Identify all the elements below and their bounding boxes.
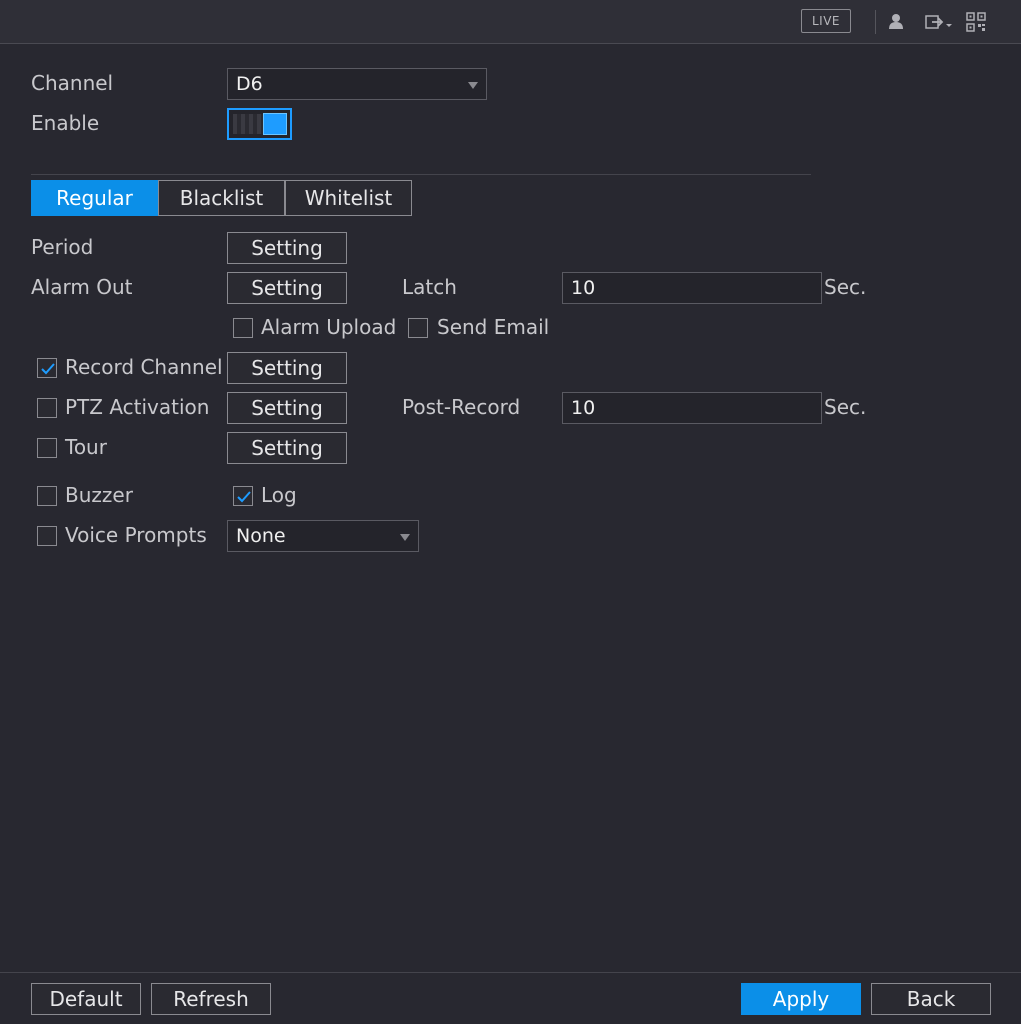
alarm-upload-checkbox[interactable] xyxy=(233,318,253,338)
checkmark-icon xyxy=(41,363,55,375)
logout-icon[interactable] xyxy=(924,12,956,32)
channel-select-value: D6 xyxy=(236,73,263,95)
log-checkbox[interactable] xyxy=(233,486,253,506)
chevron-down-icon xyxy=(468,82,478,89)
footer-divider xyxy=(0,972,1021,973)
buzzer-checkbox[interactable] xyxy=(37,486,57,506)
voice-prompts-label: Voice Prompts xyxy=(65,523,207,547)
ptz-activation-label: PTZ Activation xyxy=(65,395,210,419)
tour-setting-button[interactable]: Setting xyxy=(227,432,347,464)
checkmark-icon xyxy=(237,491,251,503)
buzzer-label: Buzzer xyxy=(65,483,133,507)
latch-label: Latch xyxy=(402,275,457,299)
alarm-upload-label: Alarm Upload xyxy=(261,315,397,339)
channel-select[interactable]: D6 xyxy=(227,68,487,100)
refresh-button[interactable]: Refresh xyxy=(151,983,271,1015)
period-setting-button[interactable]: Setting xyxy=(227,232,347,264)
post-record-input[interactable]: 10 xyxy=(562,392,822,424)
post-record-unit-label: Sec. xyxy=(824,395,867,419)
voice-prompts-value: None xyxy=(236,525,286,547)
apply-button[interactable]: Apply xyxy=(741,983,861,1015)
topbar-separator xyxy=(875,10,876,34)
send-email-checkbox[interactable] xyxy=(408,318,428,338)
voice-prompts-checkbox[interactable] xyxy=(37,526,57,546)
top-bar: LIVE xyxy=(0,0,1021,44)
record-channel-setting-button[interactable]: Setting xyxy=(227,352,347,384)
alarm-out-label: Alarm Out xyxy=(31,275,133,299)
chevron-down-icon xyxy=(400,534,410,541)
alarm-out-setting-button[interactable]: Setting xyxy=(227,272,347,304)
post-record-label: Post-Record xyxy=(402,395,521,419)
section-divider xyxy=(31,174,811,175)
tour-label: Tour xyxy=(65,435,107,459)
channel-label: Channel xyxy=(31,71,114,95)
ptz-activation-checkbox[interactable] xyxy=(37,398,57,418)
record-channel-label: Record Channel xyxy=(65,355,223,379)
period-label: Period xyxy=(31,235,94,259)
latch-input[interactable]: 10 xyxy=(562,272,822,304)
qr-code-icon[interactable] xyxy=(966,12,986,32)
ptz-setting-button[interactable]: Setting xyxy=(227,392,347,424)
record-channel-checkbox[interactable] xyxy=(37,358,57,378)
tab-whitelist[interactable]: Whitelist xyxy=(285,180,412,216)
voice-prompts-select[interactable]: None xyxy=(227,520,419,552)
toggle-knob xyxy=(263,113,287,135)
send-email-label: Send Email xyxy=(437,315,550,339)
enable-label: Enable xyxy=(31,111,100,135)
default-button[interactable]: Default xyxy=(31,983,141,1015)
tab-regular[interactable]: Regular xyxy=(31,180,158,216)
latch-unit-label: Sec. xyxy=(824,275,867,299)
tour-checkbox[interactable] xyxy=(37,438,57,458)
enable-toggle[interactable] xyxy=(227,108,292,140)
live-button[interactable]: LIVE xyxy=(801,9,851,33)
log-label: Log xyxy=(261,483,297,507)
tab-blacklist[interactable]: Blacklist xyxy=(158,180,285,216)
user-icon[interactable] xyxy=(887,12,905,32)
toggle-track xyxy=(233,114,263,134)
back-button[interactable]: Back xyxy=(871,983,991,1015)
